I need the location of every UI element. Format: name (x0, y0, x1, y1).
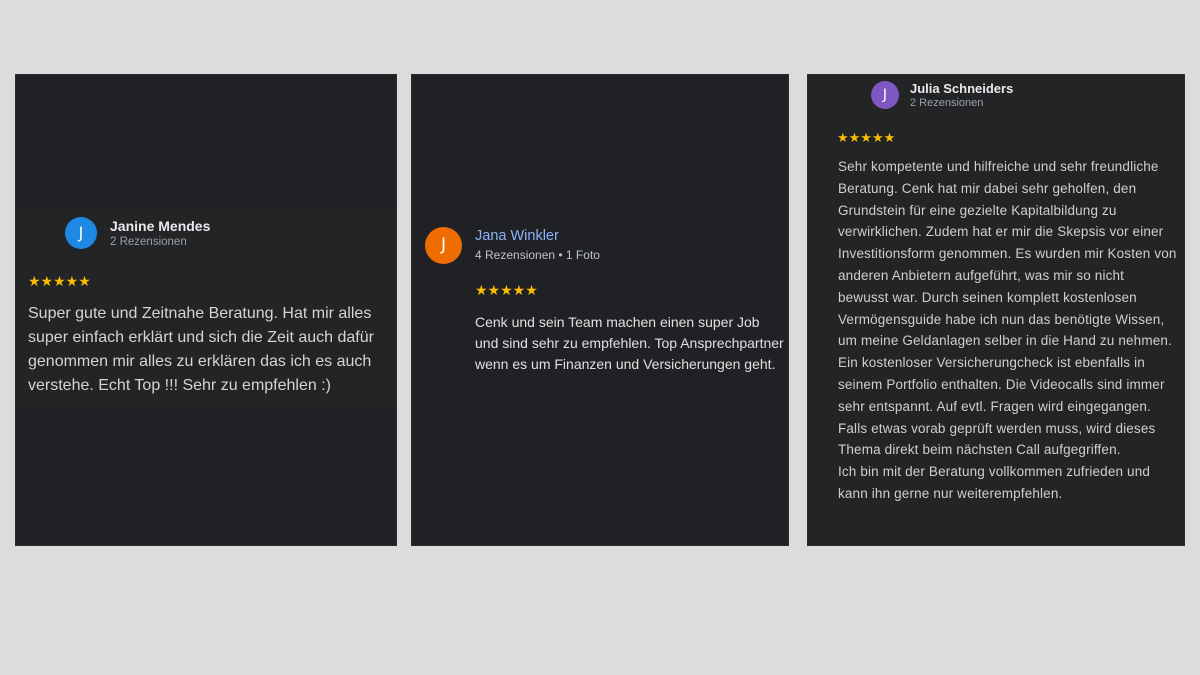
avatar[interactable]: J (425, 227, 462, 264)
reviewer-name[interactable]: Janine Mendes (110, 218, 210, 234)
star-rating: ★★★★★ (28, 273, 91, 289)
reviewer-review-count: 2 Rezensionen (910, 97, 984, 109)
avatar[interactable]: J (65, 217, 97, 249)
avatar[interactable]: J (871, 81, 899, 109)
star-rating: ★★★★★ (475, 282, 538, 298)
reviewer-review-count: 2 Rezensionen (110, 236, 187, 248)
review-card-jana: J Jana Winkler 4 Rezensionen • 1 Foto ★★… (411, 74, 789, 546)
review-card-janine: J Janine Mendes 2 Rezensionen ★★★★★ Supe… (15, 74, 397, 546)
reviewer-name-link[interactable]: Jana Winkler (475, 228, 559, 244)
review-text: Sehr kompetente und hilfreiche und sehr … (838, 159, 1177, 501)
star-rating: ★★★★★ (837, 130, 896, 145)
review-card-julia: J Julia Schneiders 2 Rezensionen ★★★★★ S… (807, 74, 1185, 546)
review-text: Super gute und Zeitnahe Beratung. Hat mi… (28, 305, 374, 394)
review-text: Cenk und sein Team machen einen super Jo… (475, 314, 784, 372)
review-content-panel: J Janine Mendes 2 Rezensionen ★★★★★ Supe… (16, 208, 396, 408)
reviewer-review-count: 4 Rezensionen • 1 Foto (475, 248, 600, 262)
review-content-panel: J Julia Schneiders 2 Rezensionen ★★★★★ S… (808, 75, 1184, 545)
reviewer-name[interactable]: Julia Schneiders (910, 81, 1013, 96)
